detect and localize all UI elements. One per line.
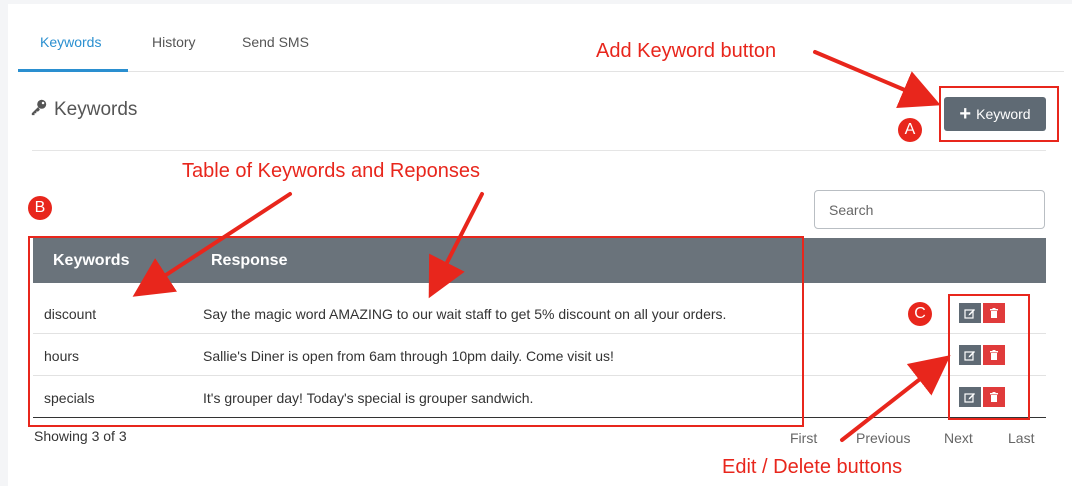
page-title-text: Keywords [54,99,138,120]
page-title: Keywords [30,98,137,122]
annotation-label-add-keyword: Add Keyword button [596,40,777,62]
showing-count: Showing 3 of 3 [34,428,127,444]
annotation-box-table [28,236,804,427]
key-icon [30,98,48,122]
annotation-box-add-button [939,86,1059,142]
annotation-badge-a: A [898,118,922,142]
divider [32,150,1046,151]
tab-send-sms[interactable]: Send SMS [242,34,309,50]
tab-history[interactable]: History [152,34,196,50]
annotation-label-edit-delete: Edit / Delete buttons [722,456,903,478]
active-tab-indicator [18,69,128,72]
pager-previous[interactable]: Previous [856,430,910,446]
tab-keywords[interactable]: Keywords [40,34,101,50]
pager-last[interactable]: Last [1008,430,1034,446]
search-input[interactable] [814,190,1045,229]
annotation-badge-b: B [28,196,52,220]
pager-next[interactable]: Next [944,430,973,446]
pager-first[interactable]: First [790,430,817,446]
annotation-badge-c: C [908,302,932,326]
annotation-box-actions [948,294,1030,420]
annotation-label-table: Table of Keywords and Reponses [182,160,480,182]
tab-bar: Keywords History Send SMS [18,0,1064,72]
